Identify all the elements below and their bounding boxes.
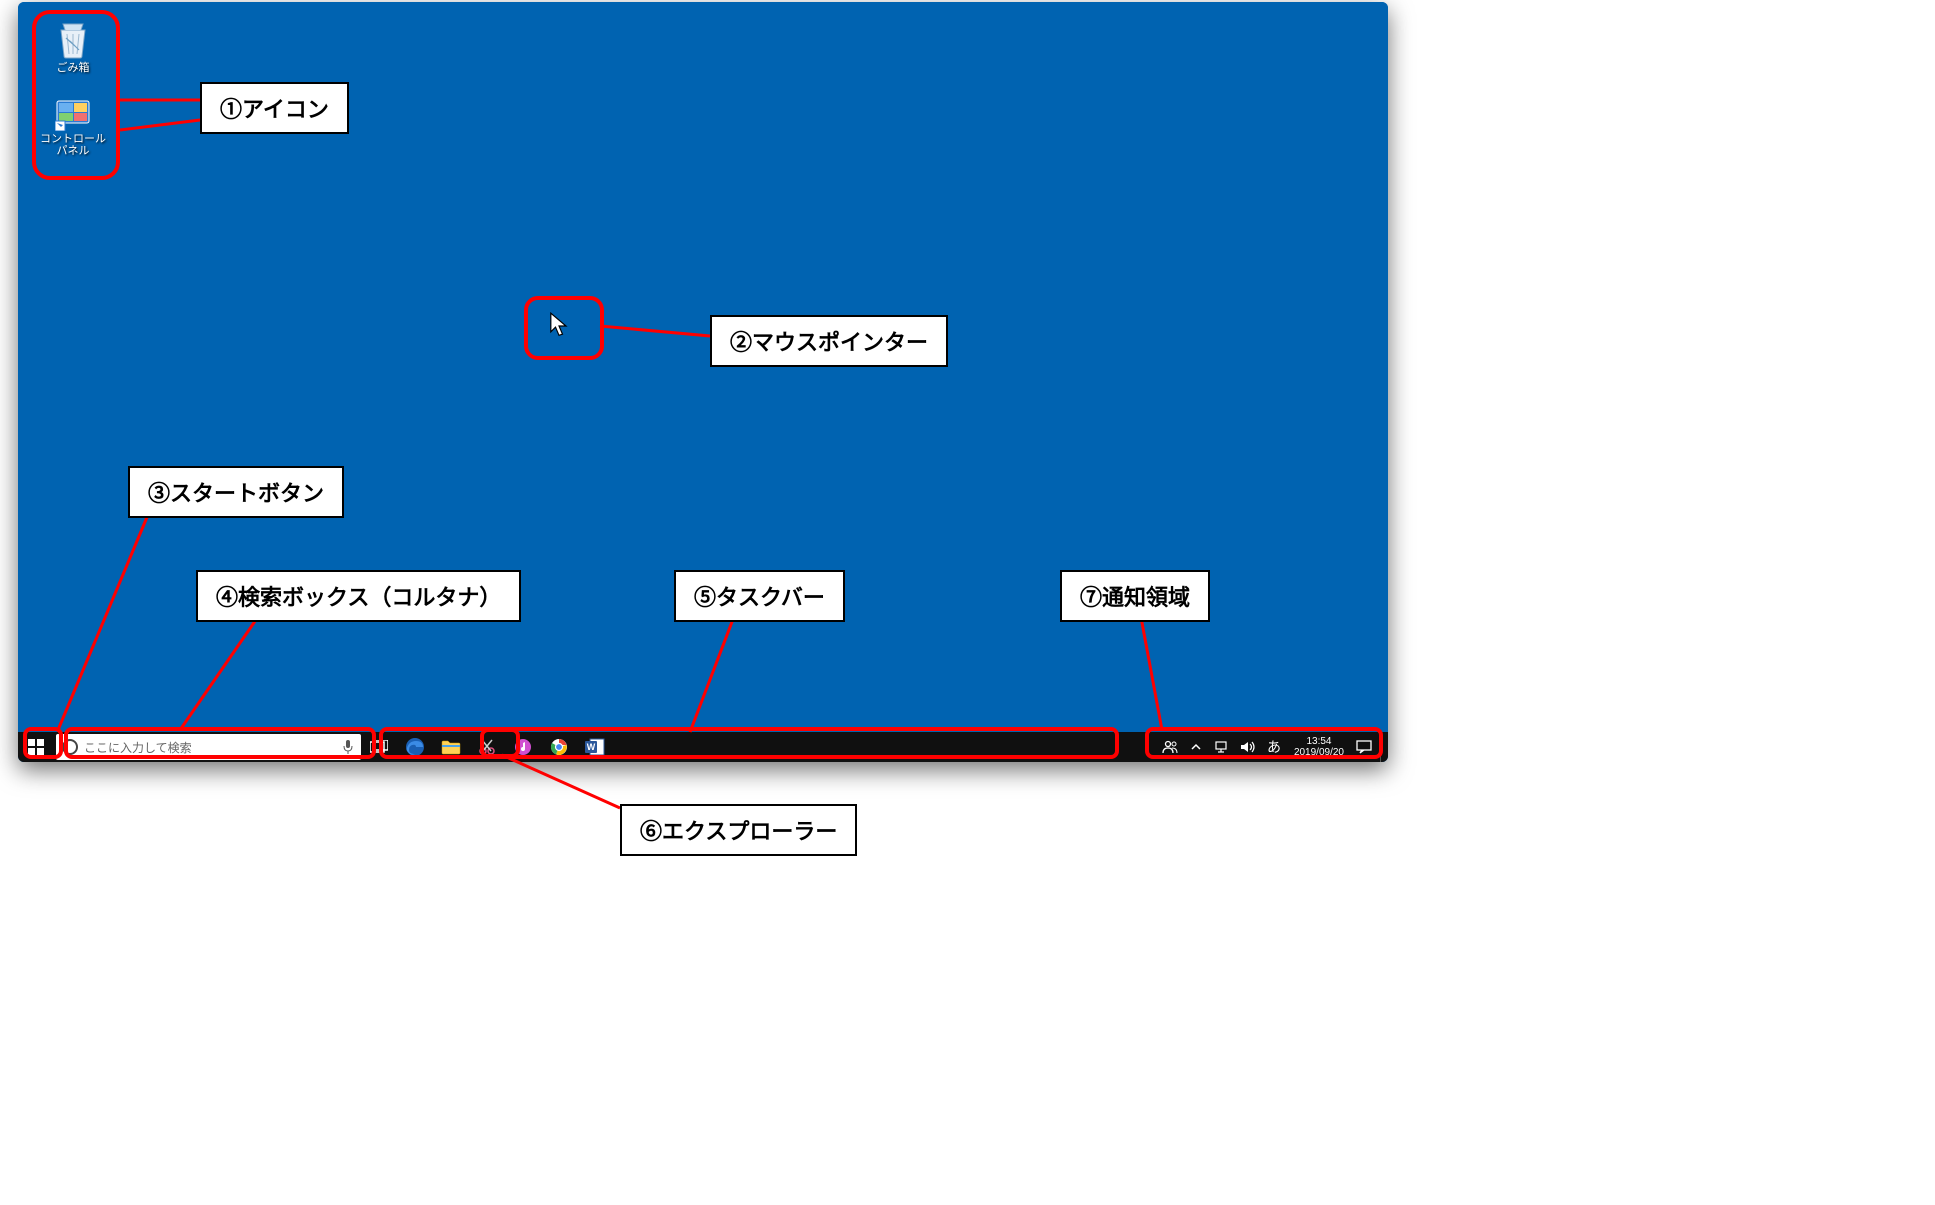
edge-icon	[405, 737, 425, 757]
action-center-icon[interactable]	[1354, 737, 1374, 757]
task-view-button[interactable]	[361, 732, 397, 762]
microphone-icon	[341, 739, 355, 755]
callout-3: ③スタートボタン	[128, 466, 344, 518]
ime-indicator[interactable]: あ	[1264, 737, 1284, 757]
volume-icon[interactable]	[1238, 737, 1258, 757]
edge-button[interactable]	[397, 732, 433, 762]
people-icon[interactable]	[1160, 737, 1180, 757]
windows-logo-icon	[28, 739, 44, 755]
recycle-bin[interactable]: ごみ箱	[38, 20, 108, 74]
callout-7: ⑦通知領域	[1060, 570, 1210, 622]
callout-4: ④検索ボックス（コルタナ）	[196, 570, 521, 622]
mouse-pointer-icon	[549, 312, 569, 340]
word-icon: W	[585, 738, 605, 756]
callout-5: ⑤タスクバー	[674, 570, 845, 622]
svg-text:W: W	[587, 742, 596, 752]
callout-2: ②マウスポインター	[710, 315, 948, 367]
show-desktop-button[interactable]	[1380, 732, 1384, 762]
notification-area[interactable]: あ 13:54 2019/09/20	[1160, 732, 1388, 762]
clock-time: 13:54	[1294, 736, 1344, 747]
search-placeholder: ここに入力して検索	[84, 739, 341, 756]
file-explorer-button[interactable]	[433, 732, 469, 762]
word-button[interactable]: W	[577, 732, 613, 762]
clock[interactable]: 13:54 2019/09/20	[1290, 736, 1348, 758]
task-view-icon	[370, 740, 388, 754]
tray-chevron-icon[interactable]	[1186, 737, 1206, 757]
snip-icon	[478, 738, 496, 756]
callout-1: ①アイコン	[200, 82, 349, 134]
control-panel[interactable]: コントロール パネル	[38, 97, 108, 157]
callout-6: ⑥エクスプローラー	[620, 804, 857, 856]
search-input[interactable]: ここに入力して検索	[56, 734, 361, 760]
recycle-bin-icon	[38, 20, 108, 60]
clock-date: 2019/09/20	[1294, 747, 1344, 758]
icon-label: コントロール パネル	[38, 133, 108, 157]
network-icon[interactable]	[1212, 737, 1232, 757]
music-note-icon	[514, 738, 532, 756]
snipping-tool-button[interactable]	[469, 732, 505, 762]
taskbar[interactable]: ここに入力して検索	[18, 732, 1388, 762]
start-button[interactable]	[18, 732, 54, 762]
cortana-circle-icon	[62, 739, 78, 755]
chrome-icon	[550, 738, 568, 756]
chrome-button[interactable]	[541, 732, 577, 762]
control-panel-icon	[38, 97, 108, 131]
itunes-button[interactable]	[505, 732, 541, 762]
folder-icon	[441, 739, 461, 755]
icon-label: ごみ箱	[38, 62, 108, 74]
